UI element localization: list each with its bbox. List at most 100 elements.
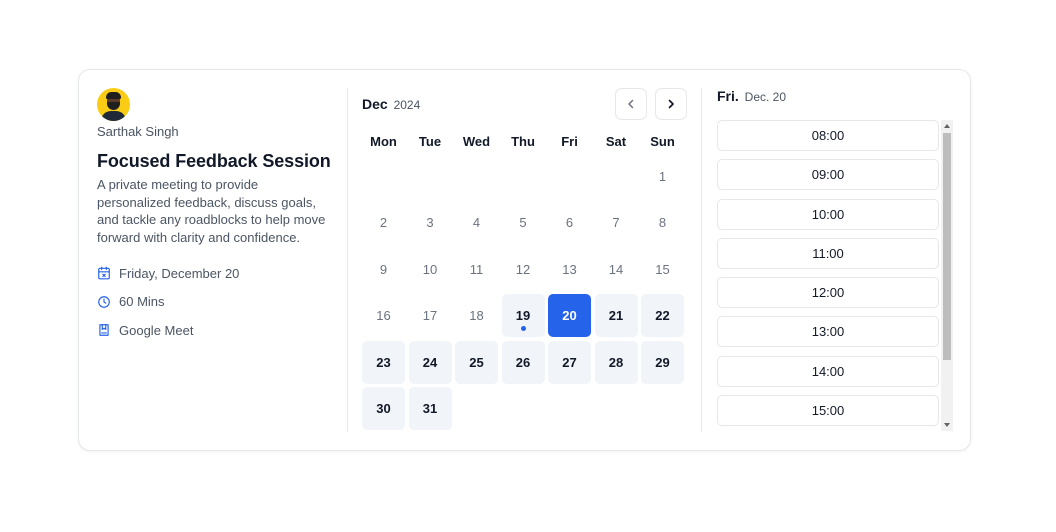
scrollbar[interactable] xyxy=(941,120,953,431)
panel-divider xyxy=(701,88,702,432)
day-cell: 9 xyxy=(362,248,405,291)
time-slot-button[interactable]: 12:00 xyxy=(717,277,939,309)
day-number: 16 xyxy=(376,308,391,324)
day-cell[interactable]: 30 xyxy=(362,386,405,430)
time-slot-button[interactable]: 09:00 xyxy=(717,159,939,191)
day-number: 14 xyxy=(608,261,624,277)
day-cell: 11 xyxy=(455,248,498,291)
day-cell[interactable]: 23 xyxy=(362,340,405,384)
day-number: 11 xyxy=(469,261,484,277)
day-cell: 8 xyxy=(641,201,684,244)
month-label: Dec xyxy=(362,96,388,112)
time-slot-button[interactable]: 10:00 xyxy=(717,198,939,230)
day-number: 4 xyxy=(472,215,481,231)
time-slot-button[interactable]: 14:00 xyxy=(717,355,939,387)
day-number: 25 xyxy=(469,354,484,370)
scrollbar-thumb[interactable] xyxy=(943,133,951,360)
day-number: 10 xyxy=(422,261,438,277)
day-cell: 13 xyxy=(548,248,591,291)
day-grid: 1 2 3 4 5 6 7 8 9 10 11 12 13 14 15 16 17 18 19 20 21 22 23 24 2… xyxy=(362,155,690,430)
event-location-row: Google Meet xyxy=(97,321,337,339)
scroll-down-arrow-icon[interactable] xyxy=(944,423,950,427)
empty-day-cell xyxy=(595,155,638,198)
day-number: 28 xyxy=(608,354,624,370)
time-slot-button[interactable]: 08:00 xyxy=(717,120,939,151)
weekday-label: Thu xyxy=(511,134,535,149)
selected-day-cell[interactable]: 20 xyxy=(548,294,591,338)
chevron-right-icon xyxy=(668,99,674,109)
day-number: 18 xyxy=(469,308,484,324)
host-avatar xyxy=(97,88,130,121)
day-number: 8 xyxy=(658,215,667,231)
day-number: 20 xyxy=(562,308,577,324)
day-cell[interactable]: 29 xyxy=(641,340,684,384)
day-number: 13 xyxy=(562,261,577,277)
time-slot-button[interactable]: 11:00 xyxy=(717,237,939,269)
day-cell[interactable]: 28 xyxy=(594,340,638,384)
empty-day-cell xyxy=(409,155,452,198)
next-month-button[interactable] xyxy=(655,88,687,120)
day-cell[interactable]: 26 xyxy=(501,340,545,384)
day-number: 27 xyxy=(562,354,577,370)
chevron-left-icon xyxy=(628,99,634,109)
weekday-label: Fri xyxy=(561,134,578,149)
day-cell: 17 xyxy=(409,294,452,337)
time-slot-list: 08:00 09:00 10:00 11:00 12:00 13:00 14:00 15:00 xyxy=(717,120,939,431)
time-slot-scroll-area[interactable]: 08:00 09:00 10:00 11:00 12:00 13:00 14:00 15:00 xyxy=(717,120,953,431)
panel-divider xyxy=(347,88,348,432)
time-slot-button[interactable]: 13:00 xyxy=(717,316,939,348)
calendar-header: Dec 2024 xyxy=(362,88,690,121)
day-cell: 4 xyxy=(455,201,498,244)
book-icon xyxy=(99,324,109,336)
prev-month-button[interactable] xyxy=(615,88,647,120)
event-meta: Friday, December 20 60 Mins Google Meet xyxy=(97,264,337,339)
event-date-row: Friday, December 20 xyxy=(97,264,337,282)
day-cell[interactable]: 21 xyxy=(594,294,638,338)
day-cell[interactable]: 31 xyxy=(408,386,452,430)
day-number: 30 xyxy=(376,400,391,416)
day-cell: 7 xyxy=(595,201,638,244)
day-cell[interactable]: 22 xyxy=(641,294,684,338)
day-number: 12 xyxy=(515,261,531,277)
day-cell[interactable]: 19 xyxy=(501,294,545,338)
event-duration: 60 Mins xyxy=(119,294,165,309)
day-number: 17 xyxy=(422,308,438,324)
host-name: Sarthak Singh xyxy=(97,124,179,139)
time-slot-button[interactable]: 15:00 xyxy=(717,395,939,427)
selected-date-heading: Fri. Dec. 20 xyxy=(717,88,953,108)
empty-day-cell xyxy=(502,155,545,198)
empty-day-cell xyxy=(548,155,591,198)
day-number: 26 xyxy=(515,354,531,370)
day-cell[interactable]: 27 xyxy=(548,340,591,384)
scroll-up-arrow-icon[interactable] xyxy=(944,124,950,128)
day-cell[interactable]: 24 xyxy=(408,340,452,384)
day-number: 9 xyxy=(379,261,388,277)
today-indicator-dot xyxy=(520,326,526,332)
time-slot-panel: Fri. Dec. 20 08:00 09:00 10:00 11:00 12:00 13… xyxy=(717,88,953,431)
day-cell: 12 xyxy=(502,248,545,291)
day-cell: 18 xyxy=(455,294,498,337)
year-label: 2024 xyxy=(393,98,421,112)
day-number: 1 xyxy=(658,169,667,184)
day-number: 3 xyxy=(426,215,434,231)
day-cell: 5 xyxy=(502,201,545,244)
day-number: 29 xyxy=(655,354,670,370)
selected-day: Fri. xyxy=(717,88,739,104)
day-cell[interactable]: 25 xyxy=(455,340,498,384)
event-title: Focused Feedback Session xyxy=(97,151,331,171)
empty-day-cell xyxy=(455,155,498,198)
calendar-x-icon xyxy=(98,266,110,280)
day-cell: 15 xyxy=(641,248,684,291)
day-cell: 14 xyxy=(595,248,638,291)
day-number: 19 xyxy=(515,308,531,324)
day-cell: 3 xyxy=(409,201,452,244)
day-cell: 10 xyxy=(409,248,452,291)
day-cell: 6 xyxy=(548,201,591,244)
selected-date: Dec. 20 xyxy=(744,90,787,104)
day-number: 6 xyxy=(565,215,574,231)
weekday-label: Tue xyxy=(418,134,442,149)
event-duration-row: 60 Mins xyxy=(97,293,337,311)
weekday-label: Mon xyxy=(370,134,397,149)
clock-icon xyxy=(98,295,110,308)
event-date: Friday, December 20 xyxy=(119,265,240,281)
